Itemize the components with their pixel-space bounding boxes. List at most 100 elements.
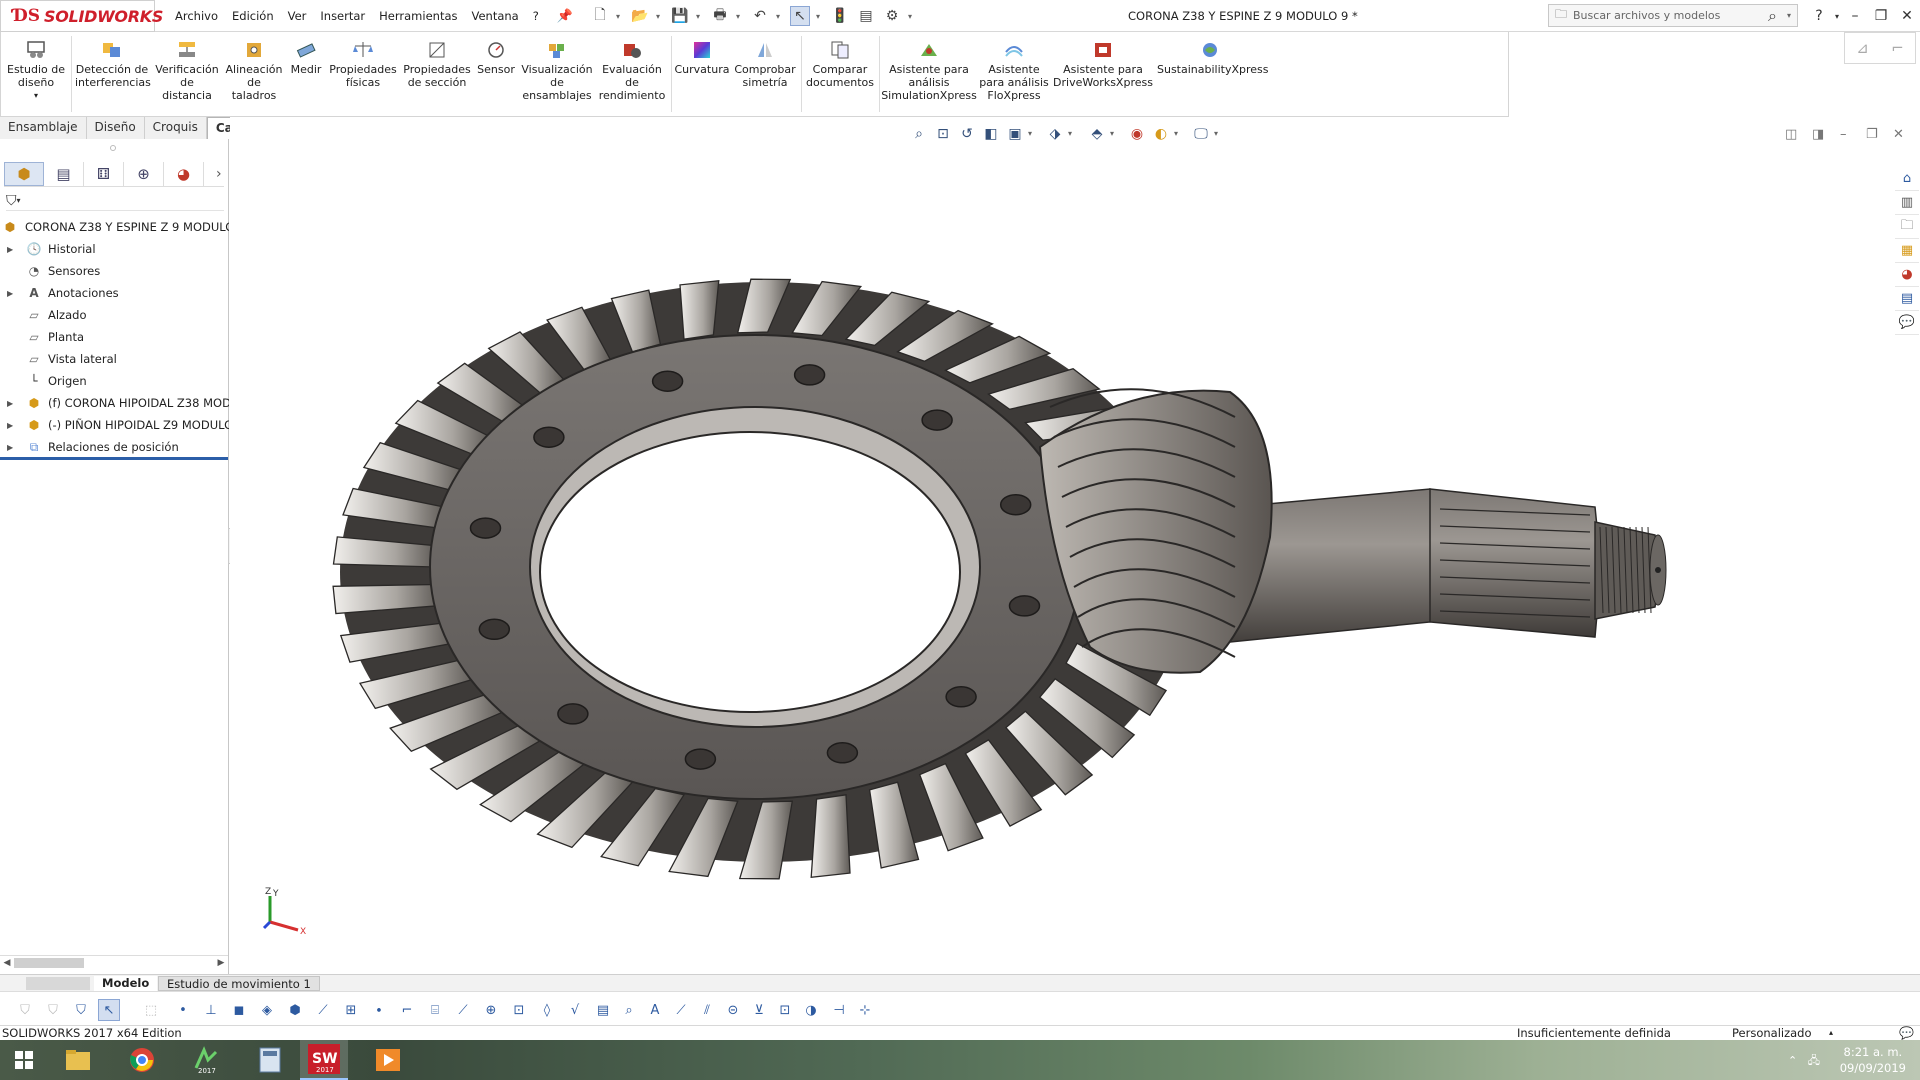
hole-alignment-button[interactable]: Alineación de taladros [223,40,285,102]
tab-ensamblaje[interactable]: Ensamblaje [0,117,87,139]
windows-start-icon[interactable] [0,1040,48,1080]
taskbar-clock[interactable]: 8:21 a. m. 09/09/2019 [1840,1044,1906,1076]
menu-herramientas[interactable]: Herramientas [379,9,457,23]
calculator-icon[interactable] [246,1040,294,1080]
tree-item-corona-part[interactable]: ▶ ⬢ (f) CORONA HIPOIDAL Z38 MODULO 9 [0,392,229,414]
tree-item-relaciones[interactable]: ▶ ⧉ Relaciones de posición [0,436,229,458]
view-palette-icon[interactable]: ▦ [1895,239,1919,263]
performance-evaluation-button[interactable]: Evaluación de rendimiento [597,40,667,102]
menu-help[interactable]: ? [533,9,539,23]
options-gear-icon[interactable]: ⚙ [882,6,902,26]
chrome-icon[interactable] [118,1040,166,1080]
filter-connection-points-icon[interactable]: ⊻ [748,999,770,1021]
appearances-icon[interactable]: ◕ [1895,263,1919,287]
design-study-button[interactable]: Estudio de diseño ▾ [5,40,67,102]
tab-croquis[interactable]: Croquis [144,117,207,139]
undo-dropdown-icon[interactable]: ▾ [776,12,784,21]
tree-item-planta[interactable]: ▱ Planta [0,326,229,348]
ribbon-layout-icon[interactable]: ⊿ [1856,39,1869,57]
help-dropdown-icon[interactable]: ▾ [1832,12,1842,21]
solidworks-2017-icon[interactable]: 2017 [182,1040,230,1080]
search-icon[interactable]: ⌕ [1768,6,1777,26]
sensor-button[interactable]: Sensor [475,40,517,76]
filter-welds-icon[interactable]: ◑ [800,999,822,1021]
menu-insertar[interactable]: Insertar [320,9,365,23]
menu-archivo[interactable]: Archivo [175,9,218,23]
status-notification-icon[interactable]: 💬 [1899,1026,1914,1040]
minimize-icon[interactable]: – [1842,8,1868,24]
search-dropdown-icon[interactable]: ▾ [1787,11,1791,20]
open-folder-icon[interactable]: 📂 [630,6,650,26]
expand-arrow-icon[interactable]: ▶ [7,443,13,452]
menu-edicion[interactable]: Edición [232,9,274,23]
filter-blocks-icon[interactable]: A [644,999,666,1021]
tree-item-historial[interactable]: ▶ 🕓 Historial [0,238,229,260]
select-all-filters-icon[interactable]: ⛉ [70,999,92,1021]
select-pointer-icon[interactable]: ↖ [790,6,810,26]
ribbon-pin-icon[interactable]: ⌐ [1891,39,1904,57]
print-dropdown-icon[interactable]: ▾ [736,12,744,21]
tree-rollback-bar[interactable] [0,457,228,460]
file-explorer-tab-icon[interactable]: 🗀 [1895,215,1919,239]
featuremanager-tree-tab-icon[interactable]: ⬢ [4,161,44,186]
select-icon[interactable]: ↖ [98,999,120,1021]
file-properties-icon[interactable]: ▤ [856,6,876,26]
print-icon[interactable]: 🖶 [710,6,730,26]
tree-item-origen[interactable]: └ Origen [0,370,229,392]
save-icon[interactable]: 💾 [670,6,690,26]
filter-edges-icon[interactable]: ⟋ [312,999,334,1021]
panel-grip[interactable] [110,145,116,151]
tab-diseno[interactable]: Diseño [86,117,145,139]
filter-points-icon[interactable]: • [172,999,194,1021]
filter-axes-icon[interactable]: ⊥ [200,999,222,1021]
interference-detection-button[interactable]: Detección de interferencias [75,40,151,89]
dimxpertmanager-tab-icon[interactable]: ⊕ [124,161,164,186]
scroll-left-icon[interactable]: ◀ [0,958,14,968]
gear-assembly-model[interactable] [230,117,1920,974]
clear-filters-icon[interactable]: ⛉ [42,999,64,1021]
filter-vertices-icon[interactable]: ⬚ [140,999,162,1021]
design-library-icon[interactable]: ▥ [1895,191,1919,215]
filter-dowel-pins-icon[interactable]: ⊝ [722,999,744,1021]
filter-cosmetic-welds-icon[interactable]: ⊣ [828,999,850,1021]
menu-ver[interactable]: Ver [288,9,307,23]
filter-dimensions-icon[interactable]: ⊞ [340,999,362,1021]
solidworks-resources-home-icon[interactable]: ⌂ [1895,167,1919,191]
open-dropdown-icon[interactable]: ▾ [656,12,664,21]
displaymanager-tab-icon[interactable]: ◕ [164,161,204,186]
propertymanager-tab-icon[interactable]: ▤ [44,161,84,186]
filter-datum-features-icon[interactable]: ▤ [592,999,614,1021]
options-dropdown-icon[interactable]: ▾ [908,12,916,21]
symmetry-check-button[interactable]: Comprobar simetría [732,40,798,89]
undo-icon[interactable]: ↶ [750,6,770,26]
help-icon[interactable]: ? [1806,8,1832,24]
section-properties-button[interactable]: Propiedades de sección [401,40,473,89]
assembly-visualization-button[interactable]: Visualización de ensamblajes [519,40,595,102]
close-icon[interactable]: ✕ [1894,8,1920,24]
tree-filter[interactable]: ⛉ ▾ [6,191,224,211]
mass-properties-button[interactable]: Propiedades físicas [327,40,399,89]
custom-properties-icon[interactable]: ▤ [1895,287,1919,311]
driveworksxpress-button[interactable]: Asistente para DriveWorksXpress [1051,40,1155,89]
system-tray-icons[interactable]: ⌃ 🖧 [1788,1052,1820,1071]
measure-button[interactable]: Medir [287,40,325,76]
scroll-right-icon[interactable]: ▶ [214,958,228,968]
configurationmanager-tab-icon[interactable]: ⚅ [84,161,124,186]
filter-gtol-icon[interactable]: √ [564,999,586,1021]
expand-arrow-icon[interactable]: ▶ [7,399,13,408]
filter-sketch-points-icon[interactable]: ∙ [368,999,390,1021]
select-dropdown-icon[interactable]: ▾ [816,12,824,21]
toggle-filter-icon[interactable]: ⛉ [14,999,36,1021]
tree-item-alzado[interactable]: ▱ Alzado [0,304,229,326]
filter-datum-targets-icon[interactable]: ⌕ [618,999,640,1021]
floxpress-button[interactable]: Asistente para análisis FloXpress [979,40,1049,102]
tree-root-assembly[interactable]: ⬢ CORONA Z38 Y ESPINE Z 9 MODULO 9 [0,216,229,238]
compare-documents-button[interactable]: Comparar documentos [804,40,876,89]
graphics-area[interactable]: ⌕ ⊡ ↺ ◧ ▣ ▾ ⬗ ▾ ⬘ ▾ ◉ ◐ ▾ 🖵 ▾ ◫ ◨ – ❐ ✕ [230,117,1920,974]
tree-item-anotaciones[interactable]: ▶ A Anotaciones [0,282,229,304]
units-dropdown-icon[interactable]: ▴ [1829,1026,1833,1040]
filter-midpoints-icon[interactable]: ⌸ [424,999,446,1021]
filter-centerlines-icon[interactable]: ⊕ [480,999,502,1021]
solidworks-logo[interactable]: ƊS SOLIDWORKS [0,0,163,32]
simulationxpress-button[interactable]: Asistente para análisis SimulationXpress [881,40,977,102]
